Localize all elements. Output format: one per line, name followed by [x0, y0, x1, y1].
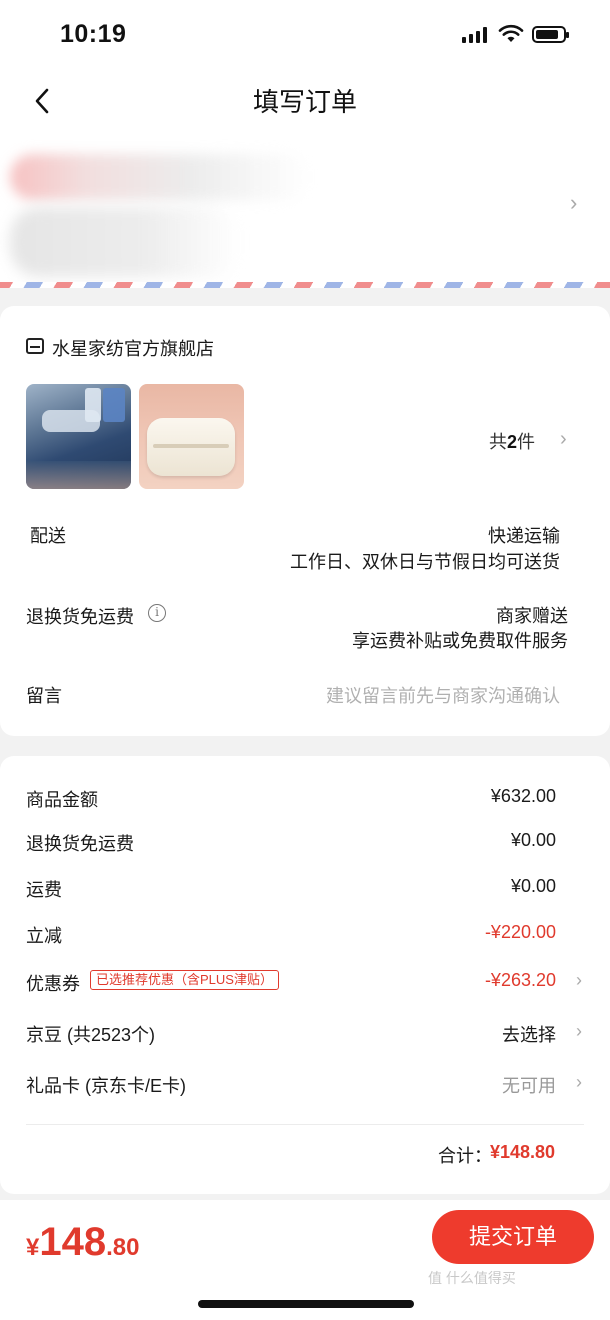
price-summary-card: 商品金额 ¥632.00 退换货免运费 ¥0.00 运费 ¥0.00 立减 -¥…	[0, 756, 610, 1194]
chevron-right-icon: ›	[570, 190, 578, 215]
return-shipping-note: 享运费补贴或免费取件服务	[352, 631, 568, 651]
message-label: 留言	[26, 686, 62, 706]
return-fee-label: 退换货免运费	[26, 834, 134, 854]
final-price: ¥148.80	[26, 1220, 140, 1264]
address-name-blurred	[10, 154, 310, 200]
delivery-label: 配送	[30, 526, 66, 546]
divider	[26, 1124, 584, 1125]
submit-order-button[interactable]: 提交订单	[432, 1210, 594, 1264]
bottom-bar: ¥148.80 提交订单 值 什么值得买	[0, 1200, 610, 1320]
shop-card: 水星家纺官方旗舰店 共2件 › 配送 快递运输 工作日、双休日与节假日均可送货 …	[0, 306, 610, 736]
jingdou-label: 京豆 (共2523个)	[26, 1025, 156, 1045]
address-detail-blurred	[10, 207, 240, 277]
store-icon	[26, 338, 44, 354]
product-thumbnail-bedding[interactable]	[26, 384, 131, 489]
status-time: 10:19	[60, 20, 127, 48]
page-title: 填写订单	[252, 87, 357, 117]
gift-card-value[interactable]: 无可用	[502, 1072, 556, 1098]
return-shipping-label: 退换货免运费	[26, 607, 134, 627]
address-card[interactable]: ›	[0, 132, 610, 288]
jingdou-value[interactable]: 去选择	[502, 1021, 556, 1047]
chevron-right-icon[interactable]: ›	[576, 1021, 582, 1042]
goods-amount-value: ¥632.00	[490, 786, 556, 806]
coupon-label: 优惠券	[26, 974, 80, 994]
status-bar: 10:19	[0, 0, 610, 68]
delivery-method[interactable]: 快递运输	[488, 522, 560, 548]
coupon-tag[interactable]: 已选推荐优惠（含PLUS津贴）	[90, 970, 279, 990]
chevron-right-icon[interactable]: ›	[576, 970, 582, 991]
return-shipping-value: 商家赠送	[496, 606, 568, 626]
chevron-right-icon: ›	[560, 428, 567, 450]
wifi-icon	[498, 24, 524, 42]
total-label: 合计：	[438, 1146, 492, 1166]
watermark: 值 什么值得买	[428, 1270, 516, 1286]
delivery-time[interactable]: 工作日、双休日与节假日均可送货	[290, 548, 560, 574]
product-thumbnail-quilt[interactable]	[139, 384, 244, 489]
battery-icon	[532, 26, 569, 43]
shipping-label: 运费	[26, 880, 62, 900]
total-value: ¥148.80	[490, 1142, 556, 1162]
home-indicator[interactable]	[198, 1300, 414, 1308]
discount-value: -¥220.00	[484, 922, 556, 942]
address-envelope-stripe	[0, 282, 610, 288]
info-icon[interactable]: i	[148, 604, 166, 622]
shop-name[interactable]: 水星家纺官方旗舰店	[52, 335, 214, 361]
message-input[interactable]: 建议留言前先与商家沟通确认	[326, 682, 560, 708]
item-count[interactable]: 共2件	[489, 428, 535, 454]
gift-card-label: 礼品卡 (京东卡/E卡)	[26, 1076, 186, 1096]
signal-icon	[462, 27, 487, 43]
shipping-value: ¥0.00	[510, 876, 556, 896]
goods-amount-label: 商品金额	[26, 790, 98, 810]
discount-label: 立减	[26, 926, 62, 946]
coupon-value[interactable]: -¥263.20	[485, 970, 556, 991]
chevron-right-icon[interactable]: ›	[576, 1072, 582, 1093]
nav-bar: 填写订单	[0, 68, 610, 132]
return-fee-value: ¥0.00	[510, 830, 556, 850]
